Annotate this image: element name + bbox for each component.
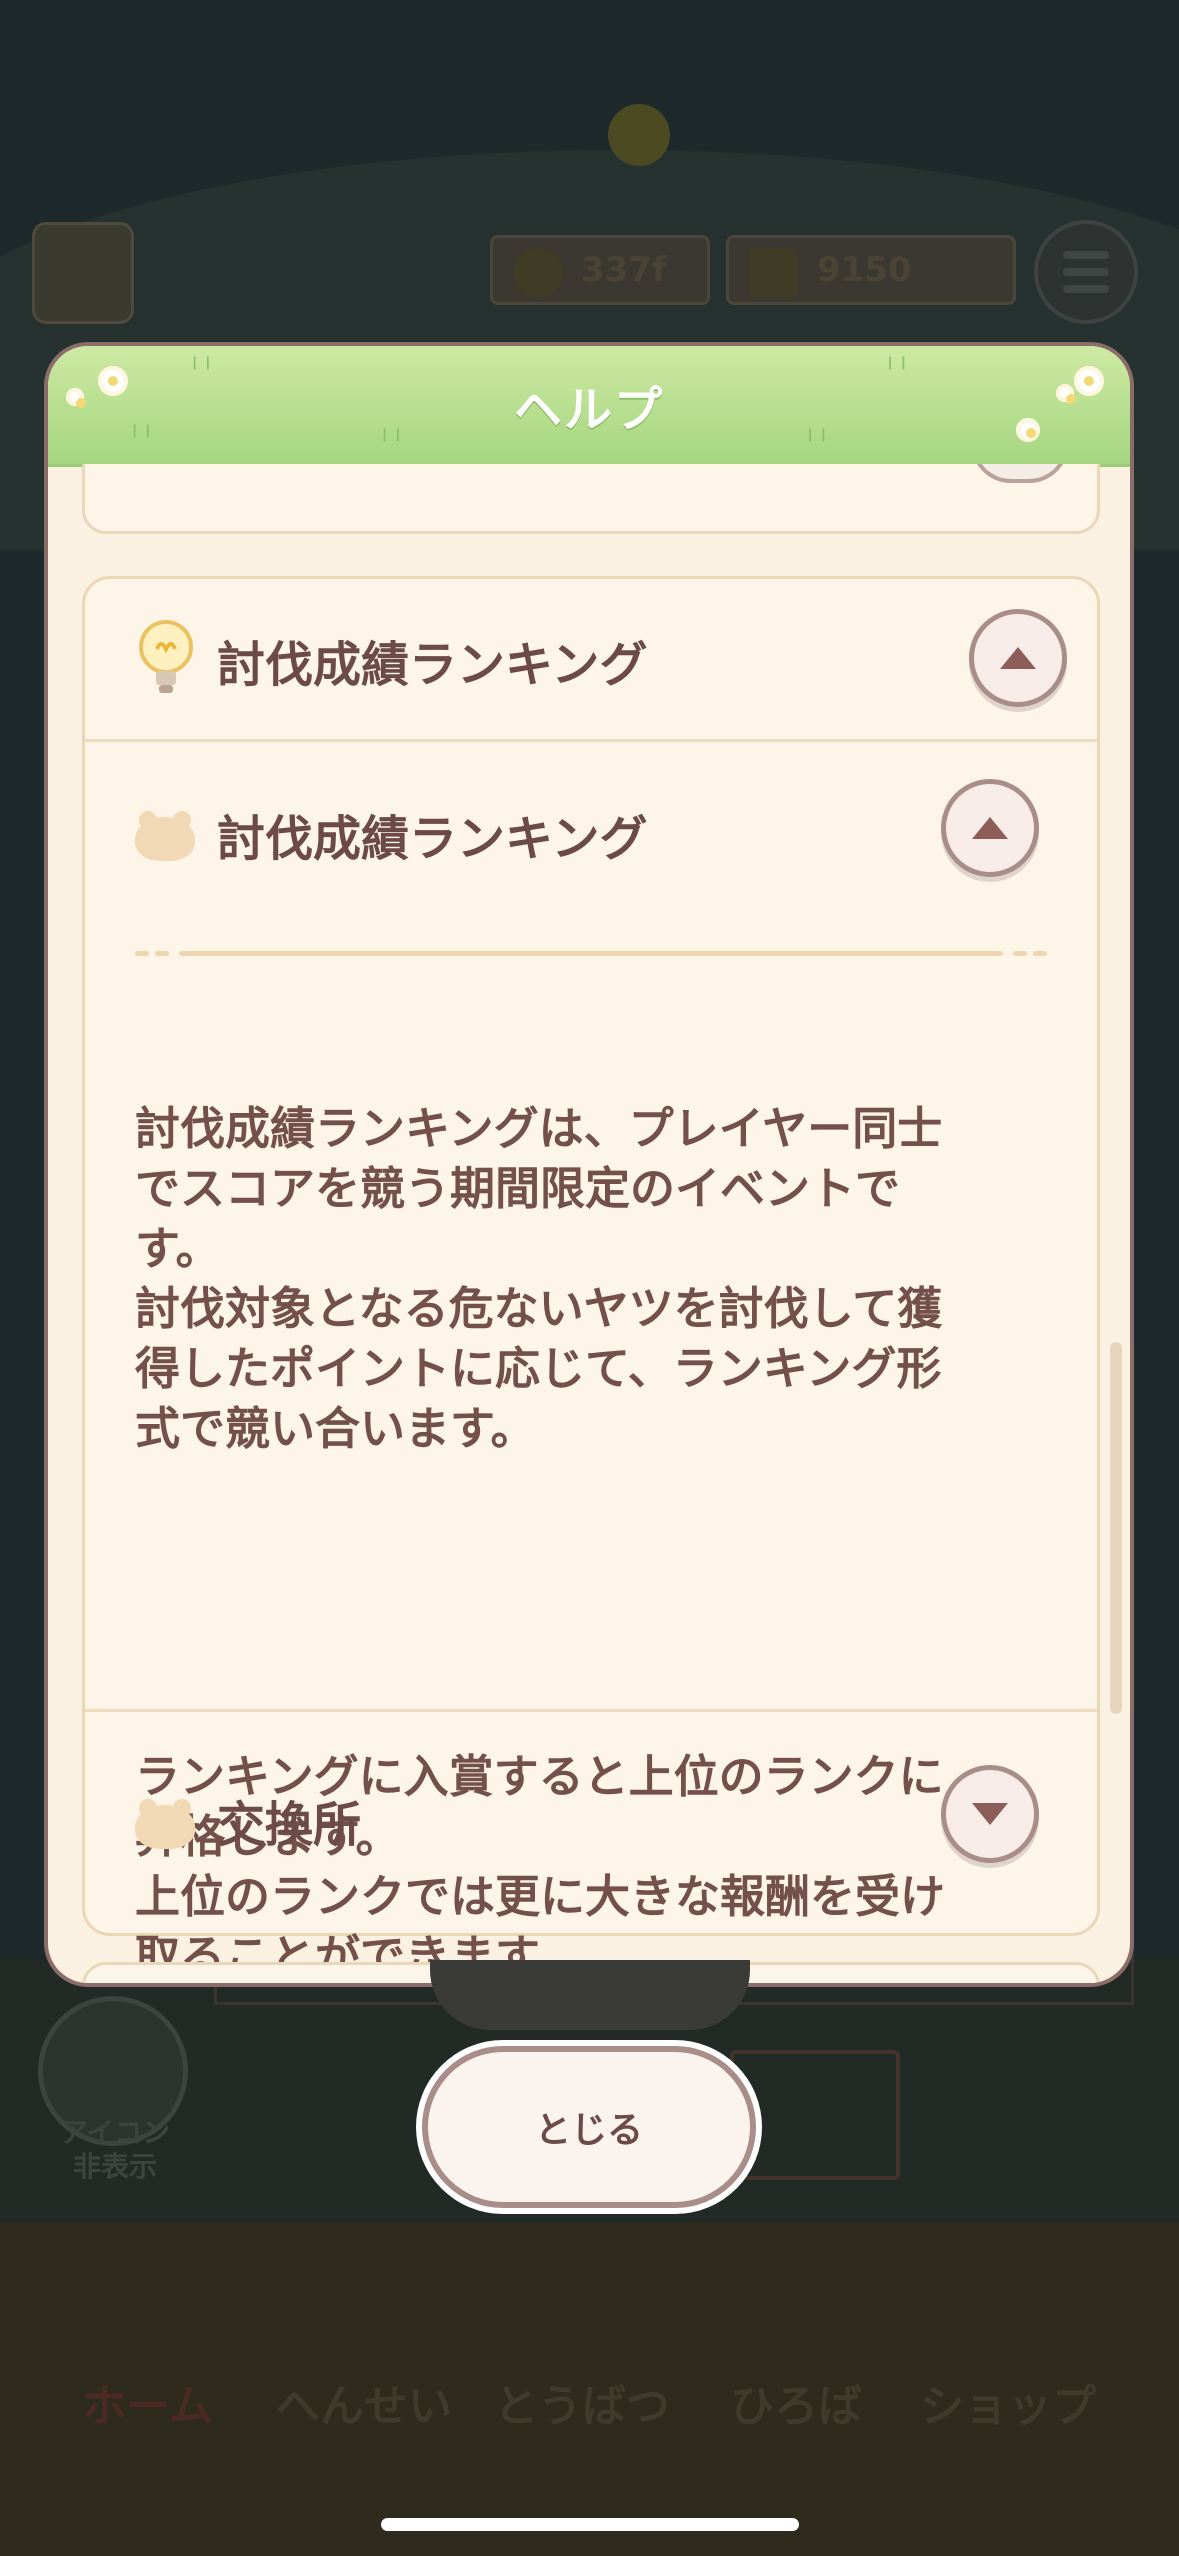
- subsection-title-exchange: 交換所: [217, 1797, 362, 1853]
- menu-button[interactable]: [1034, 220, 1138, 324]
- background-button-shadow: [430, 1960, 750, 2030]
- grass-decoration: ╵╵: [883, 358, 911, 383]
- section-header[interactable]: 討伐成績ランキング: [85, 579, 1097, 742]
- modal-title: ヘルプ: [513, 382, 664, 438]
- section-collapse-button[interactable]: [969, 609, 1067, 707]
- nav-home[interactable]: ホーム: [82, 2370, 213, 2434]
- collapse-button[interactable]: [971, 464, 1069, 483]
- previous-section-card: [82, 464, 1100, 534]
- dashed-divider: [135, 951, 1053, 956]
- flower-icon: [1056, 384, 1076, 404]
- profile-button[interactable]: [32, 222, 134, 324]
- nav-subjugation[interactable]: とうばつ: [494, 2370, 670, 2434]
- background-sign: [730, 2050, 900, 2180]
- gem-icon: [749, 248, 799, 298]
- coin-value: 337f: [581, 250, 667, 290]
- body-paragraph-2: ランキングに入賞すると上位のランクに 昇格します。 上位のランクでは更に大きな報…: [135, 1750, 946, 1983]
- gem-counter: 9150: [726, 235, 1016, 305]
- modal-header: ヘルプ ╵╵ ╵╵ ╵╵ ╵╵ ╵╵: [48, 346, 1130, 467]
- subsection-collapse-button[interactable]: [941, 779, 1039, 877]
- coin-icon: [513, 248, 563, 298]
- help-scroll-area[interactable]: 討伐成績ランキング 討伐成績ランキング 討伐成績ランキングは、プレイヤー同士 で…: [48, 464, 1130, 1983]
- triangle-up-icon: [972, 817, 1008, 839]
- subsection-title: 討伐成績ランキング: [217, 811, 648, 867]
- section-title: 討伐成績ランキング: [217, 637, 648, 693]
- coin-counter: 337f: [490, 235, 710, 305]
- subsection-expand-button[interactable]: [941, 1765, 1039, 1863]
- lightbulb-icon: [139, 620, 193, 693]
- moon-icon: [608, 104, 670, 166]
- nav-shop[interactable]: ショップ: [920, 2370, 1096, 2434]
- flower-icon: [66, 388, 86, 408]
- triangle-down-icon: [972, 1803, 1008, 1825]
- grass-decoration: ╵╵: [188, 358, 215, 383]
- hamburger-bun-icon: [135, 811, 195, 861]
- grass-decoration: ╵╵: [803, 430, 831, 455]
- section-card-ranking: 討伐成績ランキング 討伐成績ランキング 討伐成績ランキングは、プレイヤー同士 で…: [82, 576, 1100, 1983]
- triangle-up-icon: [1000, 647, 1036, 669]
- nav-plaza[interactable]: ひろば: [730, 2370, 862, 2434]
- flower-icon: [1074, 366, 1104, 396]
- icon-hide-label: アイコン 非表示: [59, 2116, 171, 2183]
- subsection-divider: [85, 1709, 1097, 1712]
- home-indicator[interactable]: [381, 2518, 799, 2531]
- nav-formation[interactable]: へんせい: [276, 2370, 452, 2434]
- close-button[interactable]: とじる: [422, 2046, 756, 2208]
- help-modal: ヘルプ ╵╵ ╵╵ ╵╵ ╵╵ ╵╵ 討伐成績ランキング 討伐成績ランキング 討…: [44, 342, 1134, 1987]
- gem-value: 9150: [817, 250, 912, 290]
- grass-decoration: ╵╵: [378, 430, 405, 455]
- flower-icon: [1016, 418, 1040, 442]
- hamburger-bun-icon: [135, 1799, 195, 1849]
- scrollbar[interactable]: [1110, 1342, 1122, 1714]
- body-paragraph-1: 討伐成績ランキングは、プレイヤー同士 でスコアを競う期間限定のイベントで す。 …: [135, 1102, 943, 1455]
- grass-decoration: ╵╵: [128, 426, 155, 451]
- flower-icon: [98, 366, 128, 396]
